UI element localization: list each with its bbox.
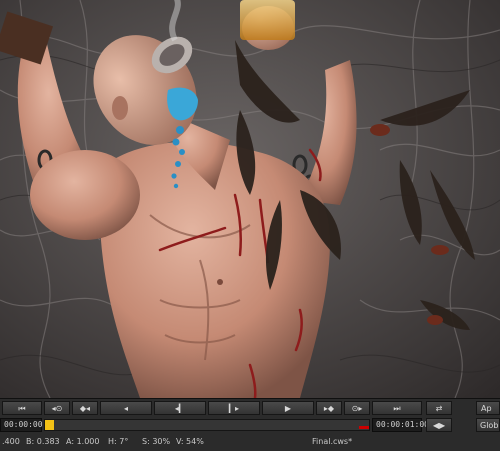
transport-bar: ⏮ ◂⊙ ◆◂ ◂ ◂▎ ▎▸ ▶ ▸◆ ⊙▸ ⏭ ⇄ Ap 00:00:00:… (0, 398, 500, 451)
apply-button[interactable]: Ap (476, 401, 500, 415)
status-v: V: 54% (176, 437, 204, 446)
status-bar: .400 B: 0.383 A: 1.000 H: 7° S: 30% V: 5… (0, 434, 500, 449)
next-mark-button[interactable]: ▸◆ (316, 401, 342, 415)
timecode-end-field[interactable]: 00:00:01:00 (372, 418, 429, 432)
prev-key-button[interactable]: ◂⊙ (44, 401, 70, 415)
status-a: A: 1.000 (66, 437, 100, 446)
transport-buttons: ⏮ ◂⊙ ◆◂ ◂ ◂▎ ▎▸ ▶ ▸◆ ⊙▸ ⏭ ⇄ Ap (0, 401, 500, 417)
play-button[interactable]: ▶ (262, 401, 314, 415)
frame-back-button[interactable]: ◂▎ (154, 401, 206, 415)
status-h: H: 7° (108, 437, 129, 446)
global-button[interactable]: Glob (476, 418, 500, 432)
timecode-start-field[interactable]: 00:00:00:00 (0, 418, 57, 432)
render-image (0, 0, 500, 398)
next-key-button[interactable]: ⊙▸ (344, 401, 370, 415)
end-marker[interactable] (359, 426, 369, 429)
prev-mark-button[interactable]: ◆◂ (72, 401, 98, 415)
playhead[interactable] (45, 420, 54, 430)
loop-icon[interactable]: ◀▶ (426, 418, 452, 432)
status-r: .400 (2, 437, 20, 446)
swap-button[interactable]: ⇄ (426, 401, 452, 415)
status-filename: Final.cws* (312, 437, 353, 446)
go-last-button[interactable]: ⏭ (372, 401, 422, 415)
timeline-track[interactable] (44, 419, 370, 431)
status-b: B: 0.383 (26, 437, 60, 446)
step-back-button[interactable]: ◂ (100, 401, 152, 415)
render-viewport (0, 0, 500, 398)
go-first-button[interactable]: ⏮ (2, 401, 42, 415)
frame-forward-button[interactable]: ▎▸ (208, 401, 260, 415)
status-s: S: 30% (142, 437, 171, 446)
timeline-row: 00:00:00:00 00:00:01:00 ◀▶ Glob (0, 418, 500, 432)
